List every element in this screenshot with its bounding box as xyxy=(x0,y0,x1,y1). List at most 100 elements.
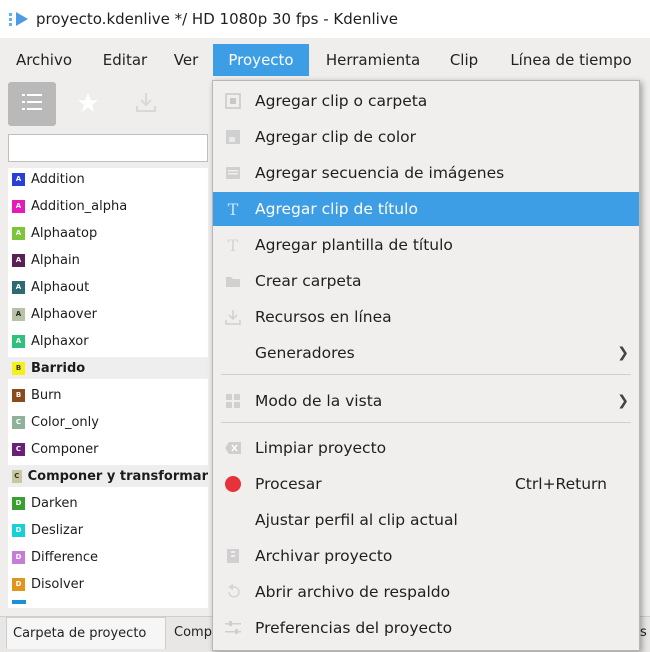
list-item[interactable]: D Darken xyxy=(8,492,208,514)
menu-item-shortcut: Ctrl+Return xyxy=(514,475,607,493)
menu-separator xyxy=(221,422,631,423)
menu-item-ajustar-perfil[interactable]: Ajustar perfil al clip actual xyxy=(213,503,639,537)
list-item-label: Alphaover xyxy=(31,306,97,322)
title-bar: proyecto.kdenlive */ HD 1080p 30 fps - K… xyxy=(0,0,650,38)
download-icon xyxy=(135,91,157,117)
title-clip-icon: T xyxy=(227,199,239,219)
menu-item-label: Ajustar perfil al clip actual xyxy=(255,511,458,529)
menu-item-label: Agregar clip de título xyxy=(255,200,418,218)
effect-badge-icon: A xyxy=(12,334,25,348)
list-item[interactable]: A Alphaout xyxy=(8,276,208,298)
list-view-button[interactable] xyxy=(8,82,56,126)
menu-clip[interactable]: Clip xyxy=(440,44,488,76)
list-item[interactable]: A Addition xyxy=(8,168,208,190)
list-item[interactable]: C Componer y transformar xyxy=(8,465,208,487)
list-item[interactable]: A Alphaxor xyxy=(8,330,208,352)
menu-item-label: Archivar proyecto xyxy=(255,547,393,565)
list-item-label: Alphaout xyxy=(31,279,90,295)
settings-icon xyxy=(223,618,243,638)
effect-badge-icon: C xyxy=(12,469,22,483)
list-item-label: Componer y transformar xyxy=(27,468,208,484)
list-item[interactable]: D Difference xyxy=(8,546,208,568)
menu-item-generadores[interactable]: Generadores ❯ xyxy=(213,336,639,370)
menu-item-crear-carpeta[interactable]: Crear carpeta xyxy=(213,264,639,298)
menu-item-label: Preferencias del proyecto xyxy=(255,619,453,637)
menu-item-label: Procesar xyxy=(255,475,322,493)
tab-comp[interactable]: Comp xyxy=(174,617,214,649)
folder-icon xyxy=(223,271,243,291)
download-button[interactable] xyxy=(128,86,164,122)
list-item-label: Alphaxor xyxy=(31,333,89,349)
menu-editar[interactable]: Editar xyxy=(95,44,155,76)
tab-partial-right[interactable]: s xyxy=(640,617,650,649)
effect-badge-icon: A xyxy=(12,199,25,213)
menu-item-archivar-proyecto[interactable]: Archivar proyecto xyxy=(213,539,639,573)
menu-item-limpiar-proyecto[interactable]: Limpiar proyecto xyxy=(213,431,639,465)
effect-badge-icon: A xyxy=(12,307,25,321)
clean-icon xyxy=(223,438,243,458)
image-sequence-icon xyxy=(223,163,243,183)
menu-item-recursos-en-linea[interactable]: Recursos en línea xyxy=(213,300,639,334)
effect-badge-icon: A xyxy=(12,253,25,267)
menu-item-abrir-respaldo[interactable]: Abrir archivo de respaldo xyxy=(213,575,639,609)
list-item-partial xyxy=(12,600,26,604)
list-item[interactable]: A Alphaover xyxy=(8,303,208,325)
backup-icon xyxy=(223,582,243,602)
menu-linea-de-tiempo[interactable]: Línea de tiempo xyxy=(498,44,644,76)
menu-item-clip-de-titulo[interactable]: T Agregar clip de título xyxy=(213,192,639,226)
list-item[interactable]: A Addition_alpha xyxy=(8,195,208,217)
menu-item-label: Generadores xyxy=(255,344,355,362)
effect-badge-icon: D xyxy=(12,496,25,510)
list-item-label: Deslizar xyxy=(31,522,84,538)
list-item[interactable]: C Componer xyxy=(8,438,208,460)
menu-separator xyxy=(221,374,631,375)
list-item[interactable]: B Barrido xyxy=(8,357,208,379)
menu-proyecto[interactable]: Proyecto xyxy=(213,44,309,76)
menu-item-preferencias-proyecto[interactable]: Preferencias del proyecto xyxy=(213,611,639,645)
effect-badge-icon: B xyxy=(12,361,25,375)
favorites-button[interactable] xyxy=(70,86,106,122)
chevron-right-icon: ❯ xyxy=(617,393,629,409)
menu-item-label: Abrir archivo de respaldo xyxy=(255,583,451,601)
effects-search-input[interactable] xyxy=(8,134,208,162)
menu-archivo[interactable]: Archivo xyxy=(9,44,79,76)
render-icon xyxy=(223,474,243,494)
list-item[interactable]: D Disolver xyxy=(8,573,208,595)
menu-item-clip-de-color[interactable]: Agregar clip de color xyxy=(213,120,639,154)
menu-item-secuencia-imagenes[interactable]: Agregar secuencia de imágenes xyxy=(213,156,639,190)
chevron-right-icon: ❯ xyxy=(617,345,629,361)
list-item[interactable]: A Alphain xyxy=(8,249,208,271)
menu-item-label: Crear carpeta xyxy=(255,272,362,290)
list-item[interactable]: C Color_only xyxy=(8,411,208,433)
kdenlive-logo-icon xyxy=(8,9,34,29)
effect-badge-icon: A xyxy=(12,226,25,240)
add-clip-icon xyxy=(223,91,243,111)
menu-item-agregar-clip[interactable]: Agregar clip o carpeta xyxy=(213,84,639,118)
list-item-label: Alphaatop xyxy=(31,225,98,241)
menu-item-plantilla-titulo[interactable]: T Agregar plantilla de título xyxy=(213,228,639,262)
menu-item-modo-de-la-vista[interactable]: Modo de la vista ❯ xyxy=(213,384,639,418)
effect-badge-icon: D xyxy=(12,577,25,591)
list-item-label: Burn xyxy=(31,387,62,403)
menu-item-label: Agregar plantilla de título xyxy=(255,236,453,254)
menu-item-procesar[interactable]: Procesar Ctrl+Return xyxy=(213,467,639,501)
tab-carpeta-de-proyecto[interactable]: Carpeta de proyecto xyxy=(6,617,166,649)
effect-badge-icon: A xyxy=(12,172,25,186)
list-item-label: Alphain xyxy=(31,252,80,268)
list-item[interactable]: A Alphaatop xyxy=(8,222,208,244)
menu-herramienta[interactable]: Herramienta xyxy=(317,44,429,76)
star-icon xyxy=(77,92,99,117)
color-clip-icon xyxy=(223,127,243,147)
menu-item-label: Modo de la vista xyxy=(255,392,383,410)
effect-badge-icon: C xyxy=(12,415,25,429)
menu-ver[interactable]: Ver xyxy=(166,44,206,76)
list-item-label: Disolver xyxy=(31,576,84,592)
list-item[interactable]: B Burn xyxy=(8,384,208,406)
menu-bar: Archivo Editar Ver Proyecto Herramienta … xyxy=(0,44,650,76)
list-item-label: Componer xyxy=(31,441,99,457)
list-item-label: Difference xyxy=(31,549,99,565)
menu-item-label: Recursos en línea xyxy=(255,308,392,326)
list-item[interactable]: D Deslizar xyxy=(8,519,208,541)
effect-badge-icon: D xyxy=(12,523,25,537)
effect-badge-icon: A xyxy=(12,280,25,294)
